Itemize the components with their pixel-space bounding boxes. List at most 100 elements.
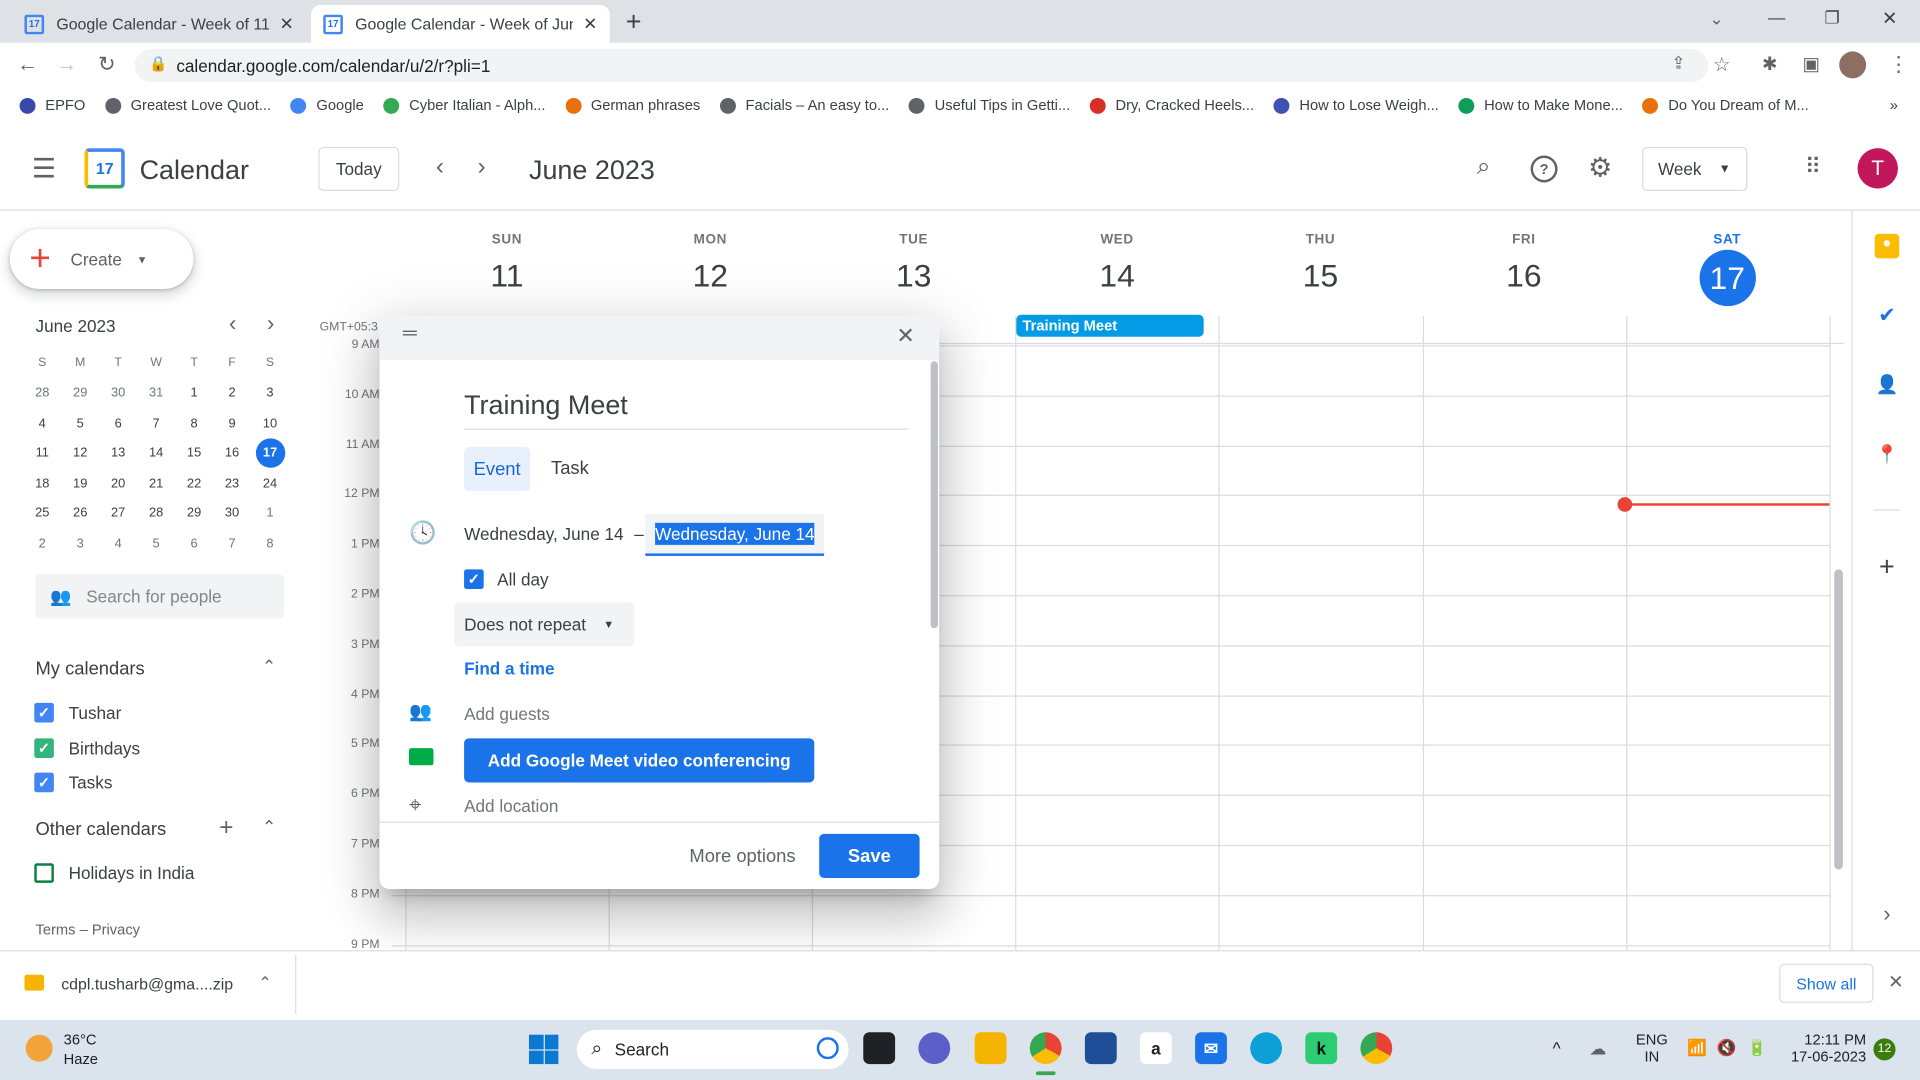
calendar-item[interactable]: ✓ Tushar	[34, 702, 121, 723]
mini-cal-day[interactable]: 4	[23, 408, 61, 438]
all-day-checkbox[interactable]: ✓ All day	[464, 569, 549, 589]
help-icon[interactable]: ?	[1530, 155, 1558, 183]
bookmark-star-icon[interactable]: ☆	[1713, 53, 1731, 77]
collapse-chevron-icon[interactable]: ⌃	[262, 817, 276, 838]
chrome-icon[interactable]	[1029, 1032, 1062, 1065]
keep-icon[interactable]: ●	[1874, 233, 1900, 259]
wifi-icon[interactable]: 📶	[1687, 1038, 1707, 1058]
bookmark-item[interactable]: EPFO	[19, 97, 85, 114]
checkbox-checked-icon[interactable]: ✓	[34, 737, 54, 758]
mini-cal-day[interactable]: 28	[23, 378, 61, 408]
mini-cal-day[interactable]: 29	[61, 378, 99, 408]
mini-cal-day[interactable]: 3	[251, 378, 289, 408]
add-location-input[interactable]: Add location	[464, 796, 558, 816]
kaspersky-icon[interactable]: k	[1305, 1032, 1338, 1065]
microsoft-store-icon[interactable]	[1084, 1032, 1117, 1065]
more-options-button[interactable]: More options	[689, 846, 795, 867]
mini-cal-day[interactable]: 25	[23, 498, 61, 528]
mini-cal-day[interactable]: 14	[137, 438, 175, 468]
search-people-input[interactable]: 👥 Search for people	[35, 574, 285, 619]
create-button[interactable]: + Create ▼	[10, 229, 194, 289]
dialog-scrollbar[interactable]	[930, 361, 938, 629]
mini-cal-day[interactable]: 24	[251, 468, 289, 498]
bookmark-item[interactable]: Greatest Love Quot...	[104, 97, 271, 114]
tab-search-icon[interactable]: ⌄	[1709, 9, 1723, 30]
language-indicator[interactable]: ENG IN	[1636, 1031, 1668, 1065]
mini-cal-day[interactable]: 16	[213, 438, 251, 468]
day-number[interactable]: 16	[1422, 257, 1625, 295]
minimize-icon[interactable]: —	[1768, 7, 1785, 27]
calendar-item[interactable]: ✓ Tasks	[34, 772, 112, 793]
start-date[interactable]: Wednesday, June 14	[464, 524, 623, 544]
battery-icon[interactable]: 🔋	[1747, 1038, 1767, 1058]
mini-cal-day[interactable]: 18	[23, 468, 61, 498]
checkbox-checked-icon[interactable]: ✓	[34, 702, 54, 723]
address-bar[interactable]: 🔒 calendar.google.com/calendar/u/2/r?pli…	[134, 48, 1709, 83]
bookmark-item[interactable]: Cyber Italian - Alph...	[383, 97, 546, 114]
mini-cal-day[interactable]: 1	[251, 498, 289, 528]
dialog-drag-handle[interactable]: ═ ✕	[379, 315, 940, 361]
mini-cal-day[interactable]: 31	[137, 378, 175, 408]
checkbox-unchecked-icon[interactable]	[34, 863, 54, 883]
mini-cal-day[interactable]: 20	[99, 468, 137, 498]
day-number[interactable]: 15	[1219, 257, 1422, 295]
mini-cal-day[interactable]: 17	[251, 438, 289, 469]
mini-cal-day[interactable]: 5	[137, 528, 175, 558]
mini-cal-prev-icon[interactable]: ‹	[229, 311, 236, 337]
mini-cal-day[interactable]: 30	[213, 498, 251, 528]
previous-week-icon[interactable]: ‹	[436, 153, 444, 181]
next-week-icon[interactable]: ›	[478, 153, 486, 181]
tab-task[interactable]: Task	[551, 458, 589, 479]
mini-cal-day[interactable]: 27	[99, 498, 137, 528]
find-a-time-link[interactable]: Find a time	[464, 659, 554, 679]
forward-icon[interactable]: →	[56, 53, 77, 77]
main-menu-icon[interactable]: ☰	[32, 153, 56, 185]
new-tab-button[interactable]: +	[626, 6, 642, 38]
chrome-profile-icon[interactable]	[1360, 1032, 1393, 1065]
day-number[interactable]: 17	[1626, 249, 1829, 307]
bookmark-item[interactable]: Google	[290, 97, 364, 114]
mini-cal-day[interactable]: 7	[213, 528, 251, 558]
mini-cal-day[interactable]: 6	[99, 408, 137, 438]
grid-scrollbar[interactable]	[1834, 569, 1843, 870]
download-options-chevron-icon[interactable]: ⌃	[258, 973, 271, 993]
bookmark-item[interactable]: German phrases	[565, 97, 700, 114]
mini-cal-day[interactable]: 19	[61, 468, 99, 498]
onedrive-icon[interactable]: ☁	[1589, 1038, 1606, 1059]
maps-icon[interactable]: 📍	[1875, 443, 1899, 467]
settings-gear-icon[interactable]: ⚙	[1588, 152, 1612, 184]
mini-cal-day[interactable]: 28	[137, 498, 175, 528]
repeat-select[interactable]: Does not repeat ▼	[454, 602, 635, 647]
mini-cal-day[interactable]: 4	[99, 528, 137, 558]
mini-cal-day[interactable]: 26	[61, 498, 99, 528]
maximize-icon[interactable]: ❐	[1824, 7, 1839, 28]
mini-cal-day[interactable]: 6	[175, 528, 213, 558]
mini-cal-day[interactable]: 8	[251, 528, 289, 558]
edge-icon[interactable]	[1250, 1032, 1283, 1065]
mini-cal-day[interactable]: 1	[175, 378, 213, 408]
mini-cal-day[interactable]: 9	[213, 408, 251, 438]
terms-privacy-link[interactable]: Terms – Privacy	[36, 921, 141, 938]
mini-cal-day[interactable]: 2	[213, 378, 251, 408]
mini-cal-day[interactable]: 12	[61, 438, 99, 468]
save-button[interactable]: Save	[819, 833, 920, 878]
show-all-downloads-button[interactable]: Show all	[1779, 963, 1874, 1003]
day-number[interactable]: 11	[405, 257, 608, 295]
calendar-item[interactable]: ✓ Birthdays	[34, 737, 140, 758]
mini-cal-day[interactable]: 7	[137, 408, 175, 438]
back-icon[interactable]: ←	[17, 53, 38, 77]
clock[interactable]: 12:11 PM 17-06-2023	[1788, 1031, 1866, 1065]
share-icon[interactable]: ⇪	[1671, 53, 1685, 74]
mini-cal-day[interactable]: 30	[99, 378, 137, 408]
add-meet-button[interactable]: Add Google Meet video conferencing	[464, 738, 815, 783]
mini-cal-day[interactable]: 8	[175, 408, 213, 438]
calendar-item[interactable]: Holidays in India	[34, 863, 194, 883]
view-select[interactable]: Week ▼	[1642, 146, 1748, 192]
mail-icon[interactable]: ✉	[1195, 1032, 1227, 1065]
mini-cal-day[interactable]: 23	[213, 468, 251, 498]
weather-haze-icon[interactable]	[25, 1034, 53, 1062]
mini-cal-next-icon[interactable]: ›	[267, 311, 274, 337]
extensions-icon[interactable]: ✱	[1762, 53, 1777, 75]
mini-cal-day[interactable]: 29	[175, 498, 213, 528]
weather-condition[interactable]: Haze	[64, 1051, 98, 1068]
